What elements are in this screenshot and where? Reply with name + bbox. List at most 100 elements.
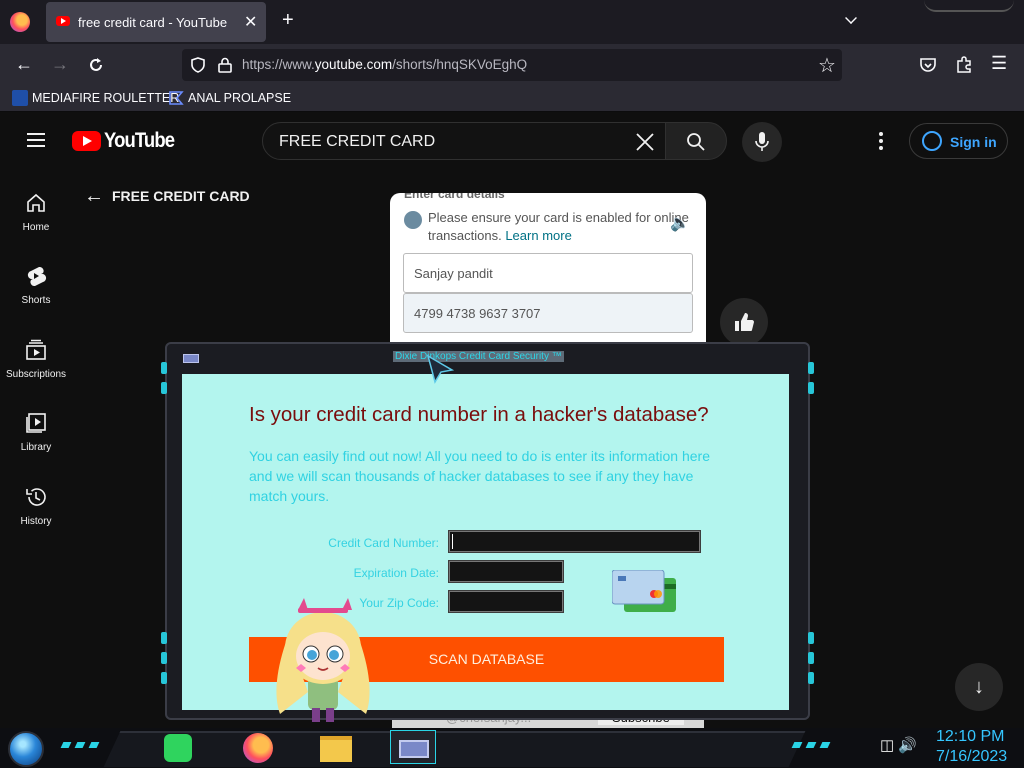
start-orb[interactable] <box>8 731 44 767</box>
forward-icon[interactable]: → <box>51 54 69 75</box>
expiration-input[interactable] <box>448 560 564 583</box>
sign-in-button[interactable]: Sign in <box>909 123 1008 159</box>
popup-app-icon <box>183 354 199 363</box>
hamburger-icon[interactable]: ☰ <box>991 53 1007 74</box>
active-taskbar-app[interactable] <box>390 730 436 764</box>
zip-input[interactable] <box>448 590 564 613</box>
popup-heading: Is your credit card number in a hacker's… <box>249 403 709 426</box>
popup-titlebar[interactable]: Dixie Dinkops Credit Card Security ™ <box>165 342 810 372</box>
library-icon <box>26 413 46 433</box>
history-icon <box>26 488 46 506</box>
nav-home-label: Home <box>22 222 50 233</box>
pocket-icon[interactable] <box>919 56 937 74</box>
neon-accent <box>161 672 167 684</box>
mic-icon <box>755 132 769 151</box>
sign-in-label: Sign in <box>950 134 997 150</box>
new-tab-button[interactable]: + <box>282 9 294 32</box>
kebab-icon[interactable] <box>879 132 883 150</box>
extensions-icon[interactable] <box>955 55 973 73</box>
shorts-search-title: FREE CREDIT CARD <box>112 188 250 204</box>
neon-accent <box>74 742 86 748</box>
taskbar-frame <box>103 731 806 767</box>
neon-accent <box>808 632 814 644</box>
neon-accent <box>161 652 167 664</box>
neon-accent <box>819 742 831 748</box>
expiration-label: Expiration Date: <box>353 566 439 580</box>
system-tray[interactable]: ◫ 🔊 <box>880 736 917 754</box>
search-input[interactable]: FREE CREDIT CARD <box>262 122 666 160</box>
bookmark-star-icon[interactable]: ☆ <box>818 53 836 78</box>
mediafire-bookmark-icon <box>12 90 28 106</box>
learn-more-link: Learn more <box>505 228 572 243</box>
mouse-cursor-icon <box>426 354 454 384</box>
firefox-taskbar-app[interactable] <box>236 730 282 764</box>
neon-accent <box>88 742 100 748</box>
nav-subscriptions-label: Subscriptions <box>5 369 67 380</box>
nav-history[interactable]: History <box>0 486 72 527</box>
volume-icon[interactable]: 🔈 <box>670 213 690 233</box>
arrow-down-icon[interactable]: ↓ <box>955 663 1003 711</box>
neon-accent <box>808 672 814 684</box>
cc-number-label: Credit Card Number: <box>328 536 439 550</box>
nav-shorts-label: Shorts <box>21 295 51 306</box>
neon-accent <box>60 742 72 748</box>
neon-accent <box>161 382 167 394</box>
bookmarks-bar: MEDIAFIRE ROULETTER ANAL PROLAPSE <box>0 86 1024 112</box>
card-number-field: 4799 4738 9637 3707 <box>403 293 693 333</box>
firefox-icon[interactable] <box>10 12 30 32</box>
lock-icon[interactable] <box>218 57 232 73</box>
nav-library[interactable]: Library <box>0 412 72 453</box>
window-frame-decoration <box>924 0 1014 12</box>
taskbar: ◫ 🔊 12:10 PM 7/16/2023 <box>0 728 1024 768</box>
youtube-wordmark[interactable]: YouTube <box>104 129 175 153</box>
arrow-left-icon[interactable]: ← <box>84 185 104 208</box>
tab-title: free credit card - YouTube <box>78 15 228 30</box>
nav-home[interactable]: Home <box>0 192 72 233</box>
like-button[interactable] <box>720 298 768 346</box>
tab-close-icon[interactable]: ✕ <box>244 12 257 32</box>
popup-description: You can easily find out now! All you nee… <box>249 448 710 504</box>
search-query: FREE CREDIT CARD <box>279 133 436 150</box>
search-icon <box>687 133 705 151</box>
voice-search-button[interactable] <box>742 122 782 162</box>
browser-tab[interactable]: free credit card - YouTube ✕ <box>46 2 266 42</box>
card-name-field: Sanjay pandit <box>403 253 693 293</box>
tab-list-chevron-icon[interactable] <box>845 12 857 24</box>
cc-number-input[interactable] <box>448 530 701 553</box>
youtube-logo-icon[interactable] <box>72 131 101 151</box>
security-app-icon <box>399 740 429 758</box>
neon-accent <box>161 632 167 644</box>
menu-icon[interactable] <box>27 133 45 147</box>
explorer-taskbar-app[interactable] <box>314 730 360 764</box>
search-button[interactable] <box>665 122 727 160</box>
firefox-icon <box>243 733 273 763</box>
credit-cards-icon <box>612 570 676 612</box>
nav-history-label: History <box>20 516 52 527</box>
browser-tab-bar: free credit card - YouTube ✕ + <box>0 0 1024 44</box>
bookmark-anal-prolapse[interactable]: ANAL PROLAPSE <box>188 91 291 105</box>
nav-subscriptions[interactable]: Subscriptions <box>0 339 72 380</box>
spotify-icon <box>164 734 192 762</box>
clock-time[interactable]: 12:10 PM <box>936 728 1004 746</box>
shorts-icon <box>27 266 47 287</box>
like-icon <box>735 313 754 331</box>
youtube-favicon <box>56 16 70 26</box>
url-bar[interactable]: https://www.youtube.com/shorts/hnqSKVoEg… <box>182 49 842 81</box>
shield-icon[interactable] <box>190 57 206 73</box>
subscriptions-icon <box>26 339 46 360</box>
clock-date[interactable]: 7/16/2023 <box>936 748 1007 766</box>
browser-navbar: ← → https://www.youtube.com/shorts/hnqSK… <box>0 44 1024 86</box>
play-icon[interactable] <box>404 211 422 229</box>
neon-accent <box>808 382 814 394</box>
account-icon <box>922 131 942 151</box>
video-card-note: Please ensure your card is enabled for o… <box>428 210 689 243</box>
neon-accent <box>808 652 814 664</box>
clear-icon[interactable] <box>635 132 655 152</box>
bookmark-mediafire[interactable]: MEDIAFIRE ROULETTER <box>32 91 179 105</box>
back-icon[interactable]: ← <box>15 54 33 75</box>
reload-icon[interactable] <box>87 56 105 74</box>
nav-shorts[interactable]: Shorts <box>0 265 72 306</box>
scam-popup-window[interactable]: Dixie Dinkops Credit Card Security ™ Is … <box>161 342 814 720</box>
explorer-icon <box>320 736 352 762</box>
spotify-taskbar-app[interactable] <box>156 730 202 764</box>
